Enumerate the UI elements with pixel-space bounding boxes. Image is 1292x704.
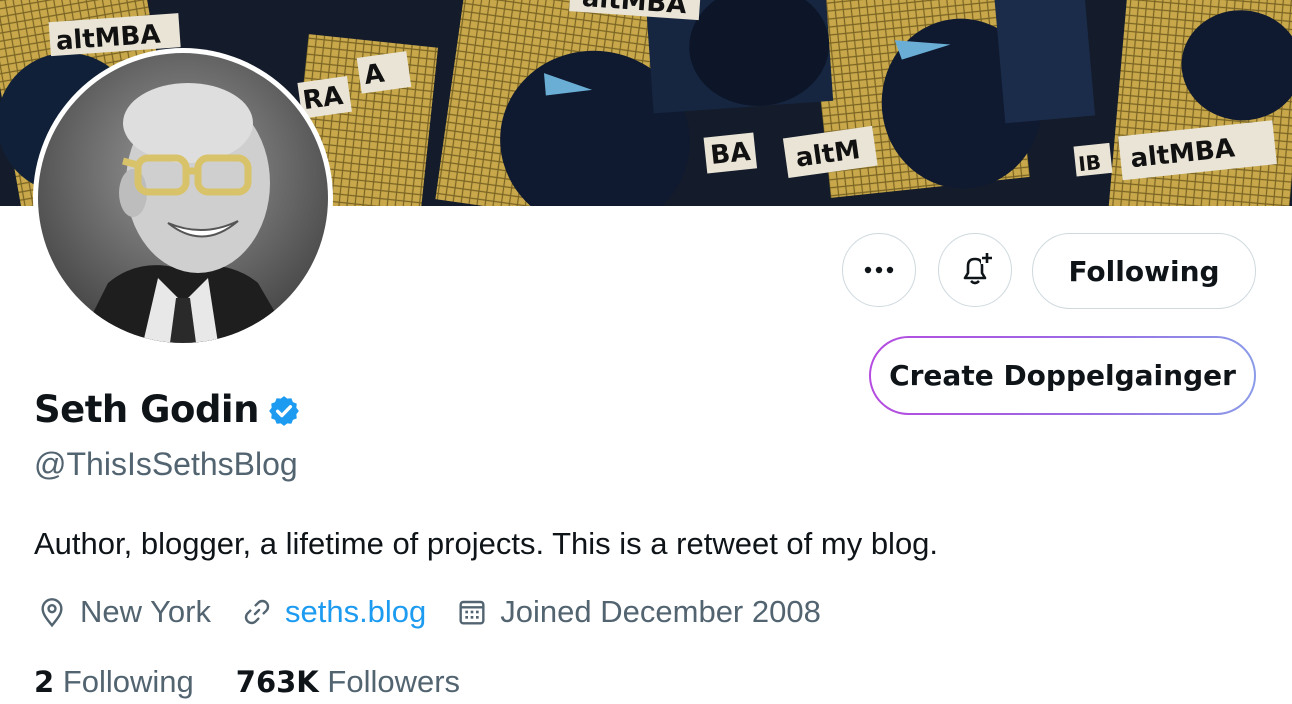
location-text: New York <box>80 594 211 629</box>
notifications-button[interactable] <box>938 233 1012 307</box>
profile-name: Seth Godin <box>34 388 259 431</box>
avatar-photo <box>38 53 328 343</box>
link-icon <box>244 599 270 625</box>
followers-stat[interactable]: 763K Followers <box>236 664 460 700</box>
location-item: New York <box>36 594 211 630</box>
joined-item: Joined December 2008 <box>456 594 821 630</box>
profile-bio: Author, blogger, a lifetime of projects.… <box>34 526 939 561</box>
profile-meta: New York seths.blog Joined December 2008 <box>36 594 851 630</box>
location-pin-icon <box>41 598 63 628</box>
followers-stat-label: Followers <box>327 664 461 699</box>
patch-text: IB <box>1077 150 1102 176</box>
patch-text: BA <box>709 137 752 171</box>
patch-text: A <box>362 58 386 91</box>
verified-badge-icon[interactable] <box>267 394 301 428</box>
following-stat-label: Following <box>62 664 194 699</box>
website-link[interactable]: seths.blog <box>285 594 426 630</box>
following-button[interactable]: Following <box>1032 233 1256 309</box>
profile-name-row: Seth Godin <box>34 388 301 431</box>
more-button[interactable] <box>842 233 916 307</box>
create-doppelgainger-button[interactable]: Create Doppelgainger <box>869 336 1256 415</box>
following-count: 2 <box>34 665 55 699</box>
bell-plus-icon <box>963 252 993 285</box>
joined-text: Joined December 2008 <box>500 594 821 629</box>
following-stat[interactable]: 2 Following <box>34 664 194 700</box>
profile-stats: 2 Following 763K Followers <box>34 664 502 700</box>
calendar-icon <box>459 600 485 625</box>
more-icon <box>864 266 894 274</box>
website-item[interactable]: seths.blog <box>241 594 426 630</box>
avatar[interactable] <box>33 48 333 348</box>
create-doppelgainger-label: Create Doppelgainger <box>871 338 1254 413</box>
followers-count: 763K <box>235 665 319 699</box>
profile-handle: @ThisIsSethsBlog <box>34 446 298 482</box>
